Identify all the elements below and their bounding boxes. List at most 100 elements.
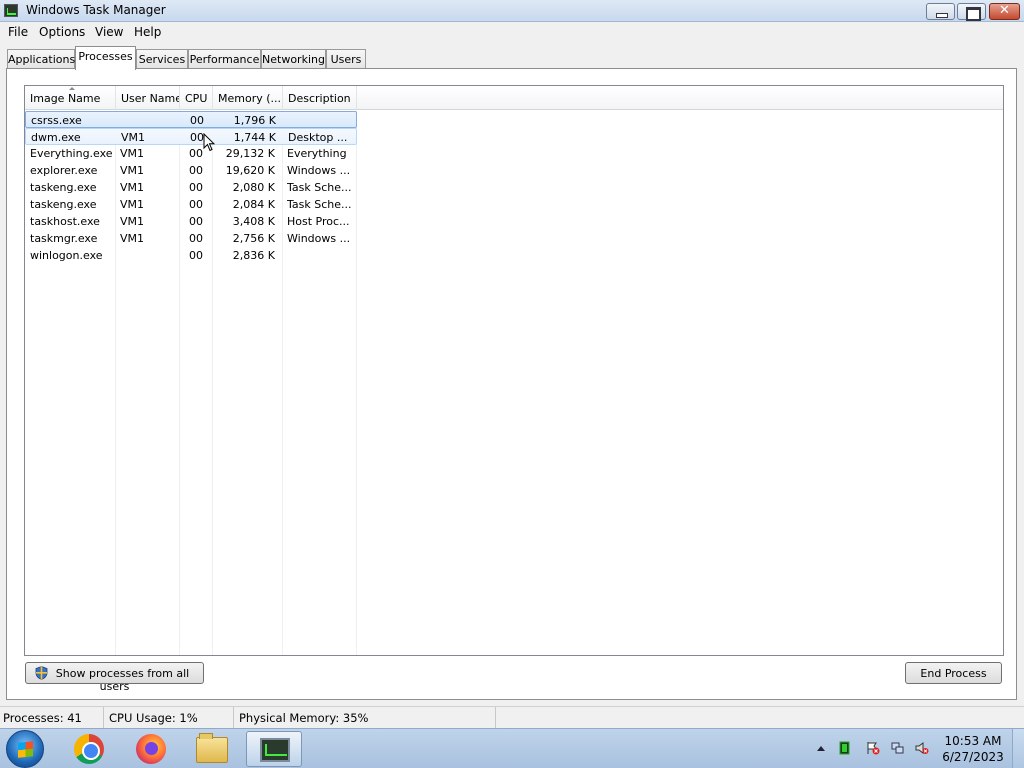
cell-memory: 29,132 K <box>225 147 275 160</box>
tab-strip: Applications Processes Services Performa… <box>0 46 1024 70</box>
title-bar: Windows Task Manager ✕ <box>0 0 1024 22</box>
cell-cpu: 00 <box>189 164 203 177</box>
clock-date[interactable]: 6/27/2023 <box>940 750 1006 764</box>
taskbar-chrome[interactable] <box>60 731 116 767</box>
column-image-name[interactable]: Image Name <box>25 86 116 110</box>
cell-description: Windows ... <box>287 232 351 245</box>
show-all-users-button[interactable]: Show processes from all users <box>25 662 204 693</box>
taskbar-firefox[interactable] <box>122 731 178 767</box>
tab-networking[interactable]: Networking <box>261 49 326 69</box>
cell-user: VM1 <box>120 215 145 228</box>
clock-time[interactable]: 10:53 AM <box>940 734 1006 748</box>
close-icon: ✕ <box>999 3 1010 18</box>
sort-ascending-icon <box>69 87 75 90</box>
cell-image: csrss.exe <box>31 114 82 127</box>
cell-image: explorer.exe <box>30 164 98 177</box>
table-row[interactable]: winlogon.exe 00 2,836 K <box>25 247 357 264</box>
restore-button[interactable] <box>957 3 986 21</box>
cell-memory: 2,080 K <box>232 181 275 194</box>
cell-description: Task Sche... <box>287 198 352 211</box>
table-row[interactable]: explorer.exe VM1 00 19,620 K Windows ... <box>25 162 357 179</box>
task-manager-icon <box>4 4 18 17</box>
table-row[interactable]: dwm.exe VM1 00 1,744 K Desktop ... <box>25 128 357 145</box>
end-process-button[interactable]: End Process <box>905 662 1002 684</box>
cell-user: VM1 <box>121 131 146 144</box>
cell-image: taskmgr.exe <box>30 232 98 245</box>
cell-image: taskeng.exe <box>30 181 97 194</box>
process-list[interactable]: Image Name User Name CPU Memory (... Des… <box>24 85 1004 656</box>
folder-icon <box>196 733 228 763</box>
processes-panel: Image Name User Name CPU Memory (... Des… <box>6 68 1017 700</box>
volume-muted-icon[interactable] <box>915 741 929 755</box>
network-icon[interactable] <box>891 741 905 755</box>
column-user-name-label: User Name <box>121 92 180 105</box>
show-all-users-label: Show processes from all users <box>55 667 190 693</box>
firefox-icon <box>136 734 166 764</box>
table-row[interactable]: taskmgr.exe VM1 00 2,756 K Windows ... <box>25 230 357 247</box>
taskmgr-icon <box>260 738 290 762</box>
column-user-name[interactable]: User Name <box>116 86 180 110</box>
taskbar-explorer[interactable] <box>184 731 240 767</box>
menu-view[interactable]: View <box>95 25 123 39</box>
cell-image: dwm.exe <box>31 131 81 144</box>
table-row[interactable]: taskhost.exe VM1 00 3,408 K Host Proc... <box>25 213 357 230</box>
cell-memory: 1,744 K <box>233 131 276 144</box>
cell-cpu: 00 <box>189 249 203 262</box>
tab-processes[interactable]: Processes <box>75 46 136 70</box>
column-memory-label: Memory (... <box>218 92 282 105</box>
close-button[interactable]: ✕ <box>989 3 1020 20</box>
cell-image: winlogon.exe <box>30 249 103 262</box>
cell-description: Task Sche... <box>287 181 352 194</box>
cell-memory: 2,084 K <box>232 198 275 211</box>
menu-options[interactable]: Options <box>39 25 85 39</box>
column-memory[interactable]: Memory (... <box>213 86 283 110</box>
start-button[interactable] <box>6 730 44 768</box>
menu-bar: File Options View Help <box>0 22 1024 42</box>
tab-performance[interactable]: Performance <box>188 49 261 69</box>
cell-user: VM1 <box>120 198 145 211</box>
cell-cpu: 00 <box>190 114 204 127</box>
menu-file[interactable]: File <box>8 25 28 39</box>
column-image-name-label: Image Name <box>30 92 101 105</box>
taskbar: 10:53 AM 6/27/2023 <box>0 728 1024 768</box>
cell-cpu: 00 <box>189 232 203 245</box>
cell-memory: 3,408 K <box>232 215 275 228</box>
tab-users[interactable]: Users <box>326 49 366 69</box>
cell-cpu: 00 <box>189 215 203 228</box>
uac-shield-icon <box>35 666 48 680</box>
show-hidden-icons-icon[interactable] <box>817 746 825 751</box>
tray-taskmgr-icon[interactable] <box>838 741 852 755</box>
cell-memory: 2,756 K <box>232 232 275 245</box>
column-cpu[interactable]: CPU <box>180 86 213 110</box>
cell-memory: 1,796 K <box>233 114 276 127</box>
table-row[interactable]: taskeng.exe VM1 00 2,084 K Task Sche... <box>25 196 357 213</box>
column-description-label: Description <box>288 92 351 105</box>
action-center-icon[interactable] <box>866 741 880 755</box>
taskbar-task-manager[interactable] <box>246 731 302 767</box>
tab-applications[interactable]: Applications <box>7 49 75 69</box>
table-row[interactable]: csrss.exe 00 1,796 K <box>25 111 357 128</box>
column-cpu-label: CPU <box>185 92 208 105</box>
column-description[interactable]: Description <box>283 86 357 110</box>
cell-memory: 2,836 K <box>232 249 275 262</box>
table-row[interactable]: taskeng.exe VM1 00 2,080 K Task Sche... <box>25 179 357 196</box>
cell-user: VM1 <box>120 181 145 194</box>
cell-image: taskeng.exe <box>30 198 97 211</box>
cell-image: Everything.exe <box>30 147 113 160</box>
list-header: Image Name User Name CPU Memory (... Des… <box>25 86 1003 110</box>
cell-description: Host Proc... <box>287 215 350 228</box>
status-bar: Processes: 41 CPU Usage: 1% Physical Mem… <box>0 706 1024 729</box>
minimize-button[interactable] <box>926 3 955 20</box>
tab-services[interactable]: Services <box>136 49 188 69</box>
table-row[interactable]: Everything.exe VM1 00 29,132 K Everything <box>25 145 357 162</box>
menu-help[interactable]: Help <box>134 25 161 39</box>
cell-image: taskhost.exe <box>30 215 100 228</box>
cell-description: Everything <box>287 147 347 160</box>
show-desktop-button[interactable] <box>1012 729 1024 768</box>
window-title: Windows Task Manager <box>26 3 166 17</box>
cell-cpu: 00 <box>189 181 203 194</box>
cell-description: Windows ... <box>287 164 351 177</box>
status-processes: Processes: 41 <box>0 707 104 729</box>
cell-user: VM1 <box>120 164 145 177</box>
chrome-icon <box>74 734 104 764</box>
